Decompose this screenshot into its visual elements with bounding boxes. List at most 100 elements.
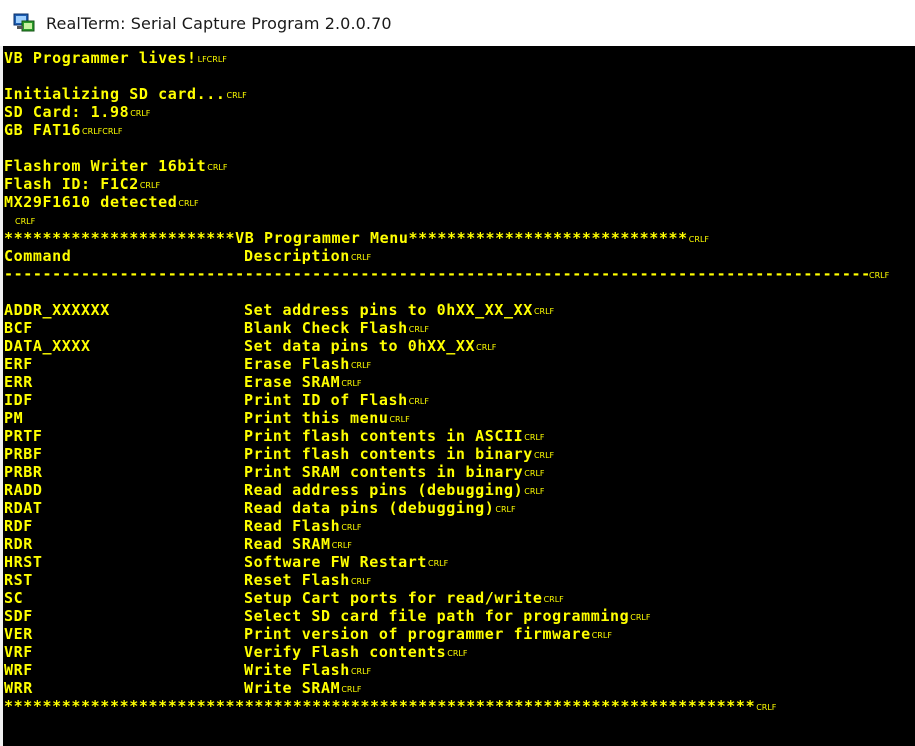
menu-item-row: ADDR_XXXXXX Set address pins to 0hXX_XX_X… [4,301,889,319]
menu-item-command: PRTF [4,427,43,445]
menu-item-row: ERF Erase FlashCRLF [4,355,889,373]
eol-marker: CRLF [524,487,545,496]
eol-marker: CRLF [495,505,516,514]
menu-item-description: Read Flash [244,517,341,535]
menu-item-row: WRF Write FlashCRLF [4,661,889,679]
terminal-line: MX29F1610 detectedCRLF [4,193,889,211]
terminal-line: Flash ID: F1C2CRLF [4,175,889,193]
menu-item-description: Write Flash [244,661,350,679]
terminal-line-text: SD Card: 1.98 [4,103,130,121]
menu-item-command: VRF [4,643,33,661]
separator-line: ----------------------------------------… [4,265,889,283]
realterm-app-icon[interactable] [13,12,35,34]
eol-marker: CRLF [178,199,199,208]
menu-item-row: PRBR Print SRAM contents in binaryCRLF [4,463,889,481]
terminal-line: Initializing SD card...CRLF [4,85,889,103]
menu-item-description: Setup Cart ports for read/write [244,589,543,607]
eol-marker: CRLF [15,217,36,226]
menu-item-row: VER Print version of programmer firmwareC… [4,625,889,643]
window-title: RealTerm: Serial Capture Program 2.0.0.7… [46,13,392,33]
menu-item-row: RADD Read address pins (debugging)CRLF [4,481,889,499]
terminal-line: Flashrom Writer 16bitCRLF [4,157,889,175]
menu-item-command: RST [4,571,33,589]
terminal-line-text: VB Programmer lives! [4,49,197,67]
menu-item-row: RST Reset FlashCRLF [4,571,889,589]
menu-item-row: DATA_XXXX Set data pins to 0hXX_XXCRLF [4,337,889,355]
eol-marker: CRLF [130,109,151,118]
eol-marker: CRLF [533,451,555,460]
terminal-line-text: GB FAT16 [4,121,82,139]
terminal-line: SD Card: 1.98CRLF [4,103,889,121]
menu-item-row: RDF Read FlashCRLF [4,517,889,535]
terminal-line-text: MX29F1610 detected [4,193,178,211]
menu-item-command: ADDR_XXXXXX [4,301,110,319]
eol-marker: CRLF [688,235,709,244]
footer-banner: ****************************************… [4,697,756,715]
eol-marker: CRLF [389,415,410,424]
eol-marker: CRLF [476,343,497,352]
menu-item-row: IDF Print ID of FlashCRLF [4,391,889,409]
menu-item-command: WRR [4,679,33,697]
menu-item-description: Print this menu [244,409,389,427]
eol-marker: CRLF [350,667,372,676]
eol-marker: CRLF [341,379,362,388]
eol-marker: CRLF [630,613,651,622]
footer-banner-line: ****************************************… [4,697,889,715]
eol-marker: CRLF [207,163,228,172]
eol-marker: CRLF [756,703,777,712]
menu-item-description: Software FW Restart [244,553,427,571]
menu-item-description: Set data pins to 0hXX_XX [244,337,476,355]
menu-item-description: Read address pins (debugging) [244,481,524,499]
menu-item-row: ERR Erase SRAMCRLF [4,373,889,391]
menu-item-description: Select SD card file path for programming [244,607,630,625]
menu-item-command: RADD [4,481,43,499]
eol-marker: CRLF [139,181,161,190]
menu-item-description: Erase SRAM [244,373,341,391]
menu-item-description: Blank Check Flash [244,319,408,337]
menu-item-description: Read data pins (debugging) [244,499,495,517]
eol-marker: CRLFCRLF [82,127,123,136]
menu-item-description: Verify Flash contents [244,643,447,661]
terminal-line-text: Initializing SD card... [4,85,226,103]
title-bar[interactable]: RealTerm: Serial Capture Program 2.0.0.7… [0,0,915,46]
menu-item-description: Reset Flash [244,571,350,589]
eol-marker: CRLF [408,325,429,334]
terminal-text: VB Programmer lives!LFCRLF Initializing S… [4,49,889,715]
menu-item-command: DATA_XXXX [4,337,91,355]
eol-marker: CRLF [427,559,449,568]
terminal-line: VB Programmer lives!LFCRLF [4,49,889,67]
menu-item-description: Set address pins to 0hXX_XX_XX [244,301,533,319]
menu-item-row: PRBF Print flash contents in binaryCRLF [4,445,889,463]
menu-item-command: SC [4,589,24,607]
menu-item-command: PM [4,409,24,427]
menu-item-description: Print SRAM contents in binary [244,463,524,481]
column-header-description: Description [244,247,350,265]
menu-item-command: WRF [4,661,33,679]
menu-item-command: PRBF [4,445,43,463]
menu-item-command: RDR [4,535,33,553]
menu-item-command: RDF [4,517,33,535]
eol-marker: CRLF [341,685,362,694]
menu-item-description: Write SRAM [244,679,341,697]
menu-item-command: BCF [4,319,33,337]
eol-marker: CRLF [350,361,372,370]
menu-item-description: Print version of programmer firmware [244,625,591,643]
menu-item-command: IDF [4,391,33,409]
column-header-line: Command DescriptionCRLF [4,247,889,265]
eol-marker: CRLF [524,433,545,442]
column-header-command: Command [4,247,72,265]
terminal-line-text: Flash ID: F1C2 [4,175,139,193]
menu-item-description: Read SRAM [244,535,331,553]
eol-marker: CRLF [447,649,468,658]
menu-item-command: VER [4,625,33,643]
eol-marker: CRLF [226,91,247,100]
menu-item-description: Print flash contents in binary [244,445,533,463]
terminal-output[interactable]: VB Programmer lives!LFCRLF Initializing S… [3,46,915,746]
menu-item-row: RDR Read SRAMCRLF [4,535,889,553]
menu-item-row: BCF Blank Check FlashCRLF [4,319,889,337]
menu-item-row: PM Print this menuCRLF [4,409,889,427]
eol-marker: CRLF [331,541,352,550]
terminal-line-text: Flashrom Writer 16bit [4,157,207,175]
